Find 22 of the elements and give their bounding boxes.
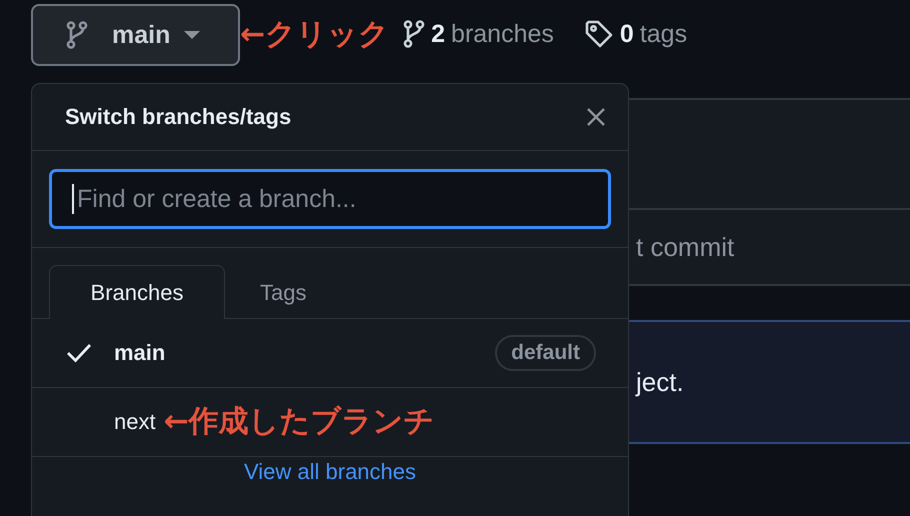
branch-icon (66, 21, 88, 49)
check-icon (66, 342, 92, 362)
tab[interactable]: Branches (49, 265, 225, 319)
commit-text: t commit (636, 232, 734, 262)
text-cursor (72, 184, 74, 214)
annotation-text: ←作成したブランチ (164, 403, 435, 441)
close-icon[interactable] (586, 107, 606, 127)
branch-item[interactable]: main (114, 340, 166, 366)
branch-button[interactable]: main (31, 4, 240, 66)
description-text: ject. (636, 366, 684, 398)
search-field[interactable]: Find or create a branch... (49, 169, 611, 229)
tags-link[interactable]: 0 tags (584, 19, 688, 49)
dropdown-title: Switch branches/tags (65, 104, 292, 130)
caret-icon (184, 30, 200, 40)
default-badge: default (495, 334, 596, 370)
view-all-branches-link[interactable]: View all branches (244, 458, 416, 484)
branch-item[interactable]: next (114, 408, 156, 434)
branch-icon (403, 20, 426, 48)
tab[interactable]: Tags (225, 265, 342, 319)
tag-icon (584, 19, 614, 49)
branches-link[interactable]: 2 branches (403, 20, 554, 48)
annotation-text: ←クリック (240, 16, 390, 54)
